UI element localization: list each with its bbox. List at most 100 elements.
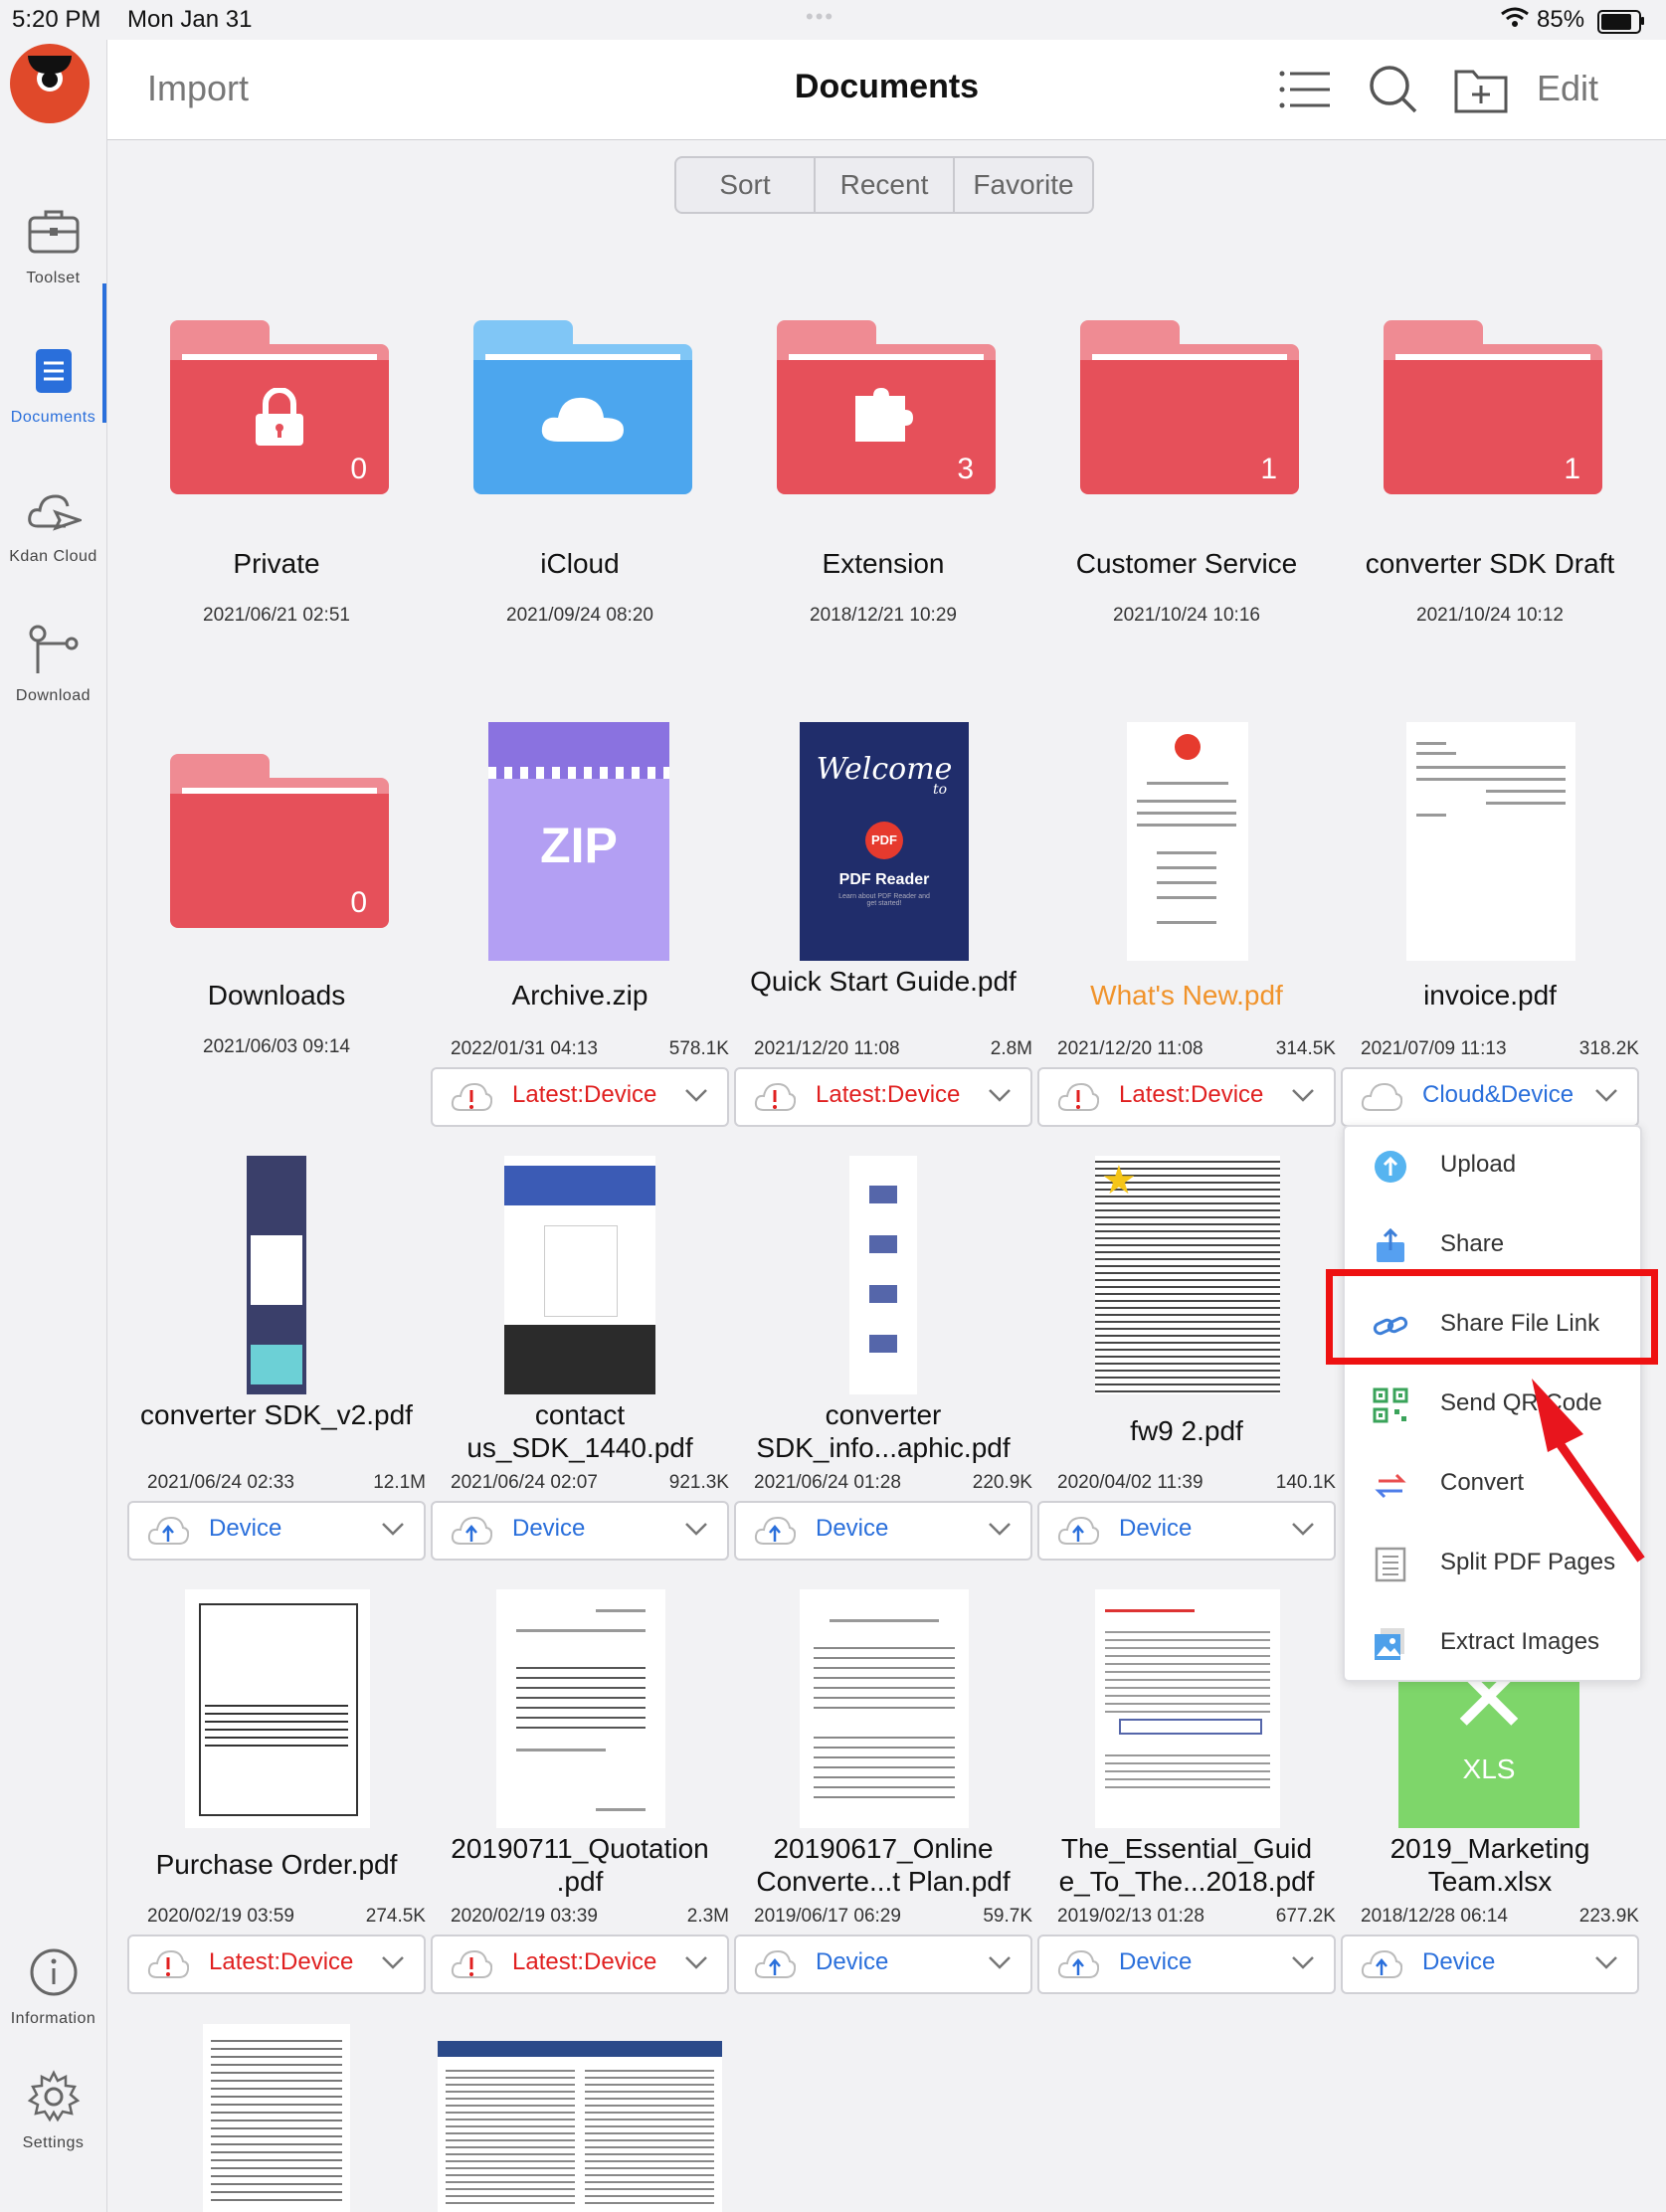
sidebar-item-information[interactable]: Information: [0, 1944, 106, 2028]
folder-name: Private: [233, 548, 320, 579]
sync-status-dropdown[interactable]: Latest:Device: [127, 1935, 426, 1994]
pdf-thumbnail: [849, 1156, 917, 1394]
folder-count: 1: [1260, 453, 1277, 485]
sync-status-dropdown[interactable]: Device: [734, 1935, 1032, 1994]
cloud-upload-icon: [147, 1516, 189, 1545]
red-pointer-arrow-icon: [1532, 1379, 1645, 1563]
chevron-down-icon: [989, 1956, 1011, 1969]
chevron-down-icon: [1292, 1089, 1314, 1102]
sidebar-item-label: Download: [15, 687, 92, 704]
cloud-icon: [1361, 1082, 1402, 1111]
sidebar-item-toolset[interactable]: Toolset: [0, 204, 106, 287]
sync-status-label: Cloud&Device: [1422, 1081, 1574, 1108]
lock-icon: [170, 387, 389, 453]
menu-item-extract-images[interactable]: Extract Images: [1345, 1604, 1640, 1684]
cloud-upload-icon: [1057, 1949, 1099, 1978]
file-name: 2019_Marketing Team.xlsx: [1389, 1833, 1590, 1897]
sidebar-item-settings[interactable]: Settings: [0, 2069, 106, 2152]
file-size: 223.9K: [1578, 1906, 1639, 1927]
folder-icon: 1: [1080, 320, 1299, 494]
file-size: 140.1K: [1275, 1472, 1336, 1493]
folder-downloads-icon: 0: [170, 754, 389, 928]
sync-status-dropdown[interactable]: Latest:Device: [431, 1935, 729, 1994]
segment-sort[interactable]: Sort: [676, 158, 816, 212]
sync-status-label: Device: [816, 1515, 889, 1542]
pdf-thumbnail: Welcome to PDF PDF Reader Learn about PD…: [800, 722, 969, 961]
sync-status-dropdown[interactable]: Latest:Device: [1037, 1067, 1336, 1127]
image-icon: [1375, 1628, 1404, 1660]
sync-status-dropdown[interactable]: Device: [1341, 1935, 1639, 1994]
convert-icon: [1375, 1473, 1406, 1499]
file-date: 2020/02/19 03:39: [451, 1906, 598, 1927]
sync-status-label: Latest:Device: [1119, 1081, 1264, 1108]
sidebar-item-download[interactable]: Download: [0, 622, 106, 705]
file-name: 20190711_Quotation .pdf: [451, 1833, 709, 1897]
pdf-thumbnail: [800, 1589, 969, 1828]
pdf-thumbnail[interactable]: [203, 2024, 350, 2212]
file-name: fw9 2.pdf: [1130, 1415, 1243, 1446]
folder-name: Downloads: [207, 980, 346, 1011]
sync-status-dropdown[interactable]: Latest:Device: [734, 1067, 1032, 1127]
thumb-sub-text: Learn about PDF Reader and get started!: [838, 893, 930, 907]
file-size: 12.1M: [373, 1472, 426, 1493]
sync-status-dropdown[interactable]: Device: [431, 1501, 729, 1561]
sync-status-dropdown[interactable]: Device: [127, 1501, 426, 1561]
download-flow-icon: [29, 625, 78, 673]
sidebar-item-kdan-cloud[interactable]: Kdan Cloud: [0, 482, 106, 566]
file-size: 578.1K: [668, 1038, 729, 1059]
new-folder-icon[interactable]: [1453, 64, 1509, 115]
active-indicator: [102, 283, 106, 423]
app-logo[interactable]: [10, 44, 90, 123]
chevron-down-icon: [685, 1956, 707, 1969]
sidebar-item-label: Kdan Cloud: [9, 548, 97, 565]
zip-thumbnail: ZIP: [488, 722, 669, 961]
chevron-down-icon: [989, 1089, 1011, 1102]
sync-status-dropdown[interactable]: Device: [1037, 1935, 1336, 1994]
sync-status-dropdown[interactable]: Device: [734, 1501, 1032, 1561]
list-view-icon[interactable]: [1276, 64, 1332, 115]
menu-item-label: Upload: [1440, 1151, 1517, 1178]
folder-name: converter SDK Draft: [1365, 548, 1615, 579]
file-size: 318.2K: [1578, 1038, 1639, 1059]
pdf-thumbnail: [1406, 722, 1575, 961]
segment-recent[interactable]: Recent: [816, 158, 955, 212]
sync-status-dropdown[interactable]: Device: [1037, 1501, 1336, 1561]
segment-favorite[interactable]: Favorite: [955, 158, 1092, 212]
sync-status-label: Device: [512, 1515, 586, 1542]
multitasking-dots-icon[interactable]: •••: [806, 4, 834, 30]
sidebar-item-label: Information: [10, 2010, 96, 2027]
chevron-down-icon: [382, 1523, 404, 1536]
info-icon: [30, 1948, 77, 1996]
chevron-down-icon: [685, 1523, 707, 1536]
file-name: contact us_SDK_1440.pdf: [466, 1399, 693, 1463]
menu-item-upload[interactable]: Upload: [1345, 1127, 1640, 1206]
cloud-warning-icon: [754, 1082, 796, 1111]
status-bar: 5:20 PM Mon Jan 31 ••• 85%: [0, 0, 1666, 40]
search-icon[interactable]: [1366, 64, 1421, 115]
wifi-icon: [1500, 6, 1530, 35]
pdf-thumbnail[interactable]: [438, 2041, 722, 2212]
file-date: 2021/06/24 02:07: [451, 1472, 598, 1493]
cloud-warning-icon: [147, 1949, 189, 1978]
gear-icon: [27, 2070, 80, 2122]
pdf-thumbnail: [247, 1156, 306, 1394]
edit-button[interactable]: Edit: [1537, 68, 1598, 109]
cloud-upload-icon: [1057, 1516, 1099, 1545]
file-date: 2019/02/13 01:28: [1057, 1906, 1204, 1927]
file-size: 314.5K: [1275, 1038, 1336, 1059]
pdf-thumbnail: ★: [1095, 1156, 1280, 1394]
page-title: Documents: [794, 68, 980, 105]
folder-icloud-icon: [473, 320, 692, 494]
sync-status-dropdown[interactable]: Latest:Device: [431, 1067, 729, 1127]
chevron-down-icon: [1595, 1956, 1617, 1969]
sync-status-label: Latest:Device: [816, 1081, 961, 1108]
folder-name: Customer Service: [1075, 548, 1298, 579]
file-date: 2021/12/20 11:08: [1057, 1038, 1203, 1059]
sidebar-item-documents[interactable]: Documents: [0, 343, 106, 427]
file-date: 2022/01/31 04:13: [451, 1038, 598, 1059]
cloud-upload-icon: [754, 1516, 796, 1545]
puzzle-icon: [777, 388, 996, 453]
sync-status-dropdown[interactable]: Cloud&Device: [1341, 1067, 1639, 1127]
file-date: 2021/07/09 11:13: [1361, 1038, 1507, 1059]
sidebar-item-label: Toolset: [26, 270, 81, 286]
